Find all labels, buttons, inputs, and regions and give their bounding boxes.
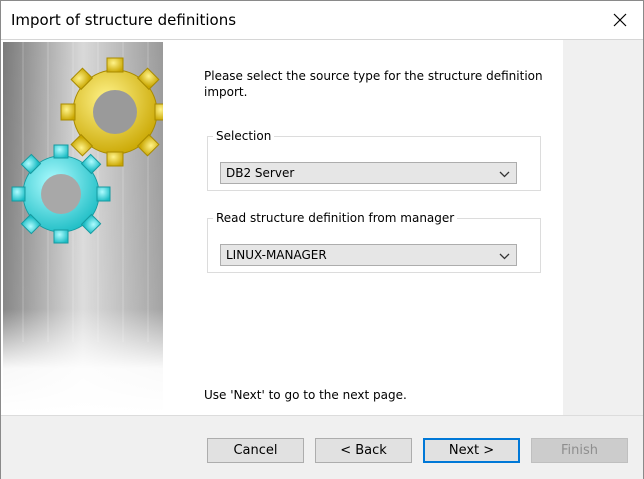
close-button[interactable] [597, 1, 643, 39]
hint-text: Use 'Next' to go to the next page. [204, 388, 407, 402]
wizard-gears-image [3, 42, 163, 413]
wizard-window: Import of structure definitions Please s… [0, 0, 644, 479]
manager-legend: Read structure definition from manager [216, 211, 455, 225]
intro-text: Please select the source type for the st… [204, 69, 543, 99]
window-title: Import of structure definitions [11, 11, 237, 29]
chevron-down-icon [499, 168, 510, 182]
manager-value: LINUX-MANAGER [226, 248, 327, 262]
title-bar[interactable]: Import of structure definitions [1, 1, 643, 39]
finish-button: Finish [531, 438, 628, 463]
next-button[interactable]: Next > [423, 438, 520, 463]
close-icon [613, 13, 627, 27]
manager-group: Read structure definition from manager L… [207, 211, 541, 273]
source-type-value: DB2 Server [226, 166, 295, 180]
wizard-page: Please select the source type for the st… [1, 39, 643, 415]
chevron-down-icon [499, 250, 510, 264]
button-bar: Cancel < Back Next > Finish [1, 415, 643, 479]
back-button[interactable]: < Back [315, 438, 412, 463]
source-type-select[interactable]: DB2 Server [220, 162, 517, 184]
cancel-button[interactable]: Cancel [207, 438, 304, 463]
right-margin-panel [563, 40, 643, 415]
selection-group: Selection DB2 Server [207, 129, 541, 191]
manager-select[interactable]: LINUX-MANAGER [220, 244, 517, 266]
selection-legend: Selection [216, 129, 272, 143]
